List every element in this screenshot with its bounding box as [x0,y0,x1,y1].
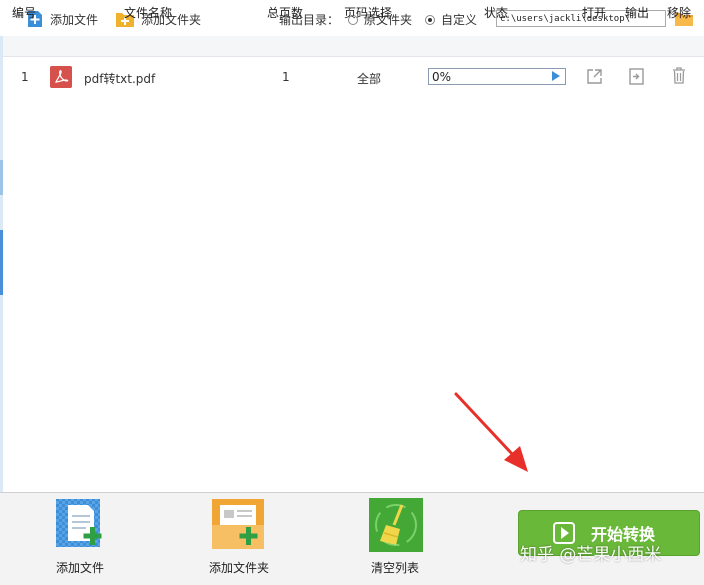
big-clear-list-icon[interactable] [366,495,426,555]
add-file-label: 添加文件 [50,12,99,27]
row-index: 1 [21,70,29,84]
header-open: 打开 [582,6,607,20]
row-pages: 1 [282,70,290,84]
header-pages: 总页数 [267,6,304,20]
bottom-add-file-label: 添加文件 [56,561,105,575]
header-output: 输出 [625,6,650,20]
add-file-button[interactable]: 添加文件 [26,8,98,30]
output-folder-icon[interactable] [629,68,644,85]
big-add-folder-icon[interactable] [208,495,268,555]
bottom-add-folder-label: 添加文件夹 [209,561,270,575]
watermark-text: 知乎 @芒果小西米 [520,545,662,565]
header-remove: 移除 [667,6,692,20]
pdf-file-icon [50,66,72,88]
delete-trash-icon[interactable] [672,67,686,84]
row-page-select[interactable]: 全部 [357,70,381,87]
open-file-icon[interactable] [586,68,603,85]
header-status: 状态 [484,6,509,20]
radio-checked-icon [425,14,435,25]
radio-custom-label: 自定义 [441,13,478,27]
bottom-clear-list-label: 清空列表 [371,561,420,575]
header-filename: 文件名称 [124,6,173,20]
radio-custom-folder[interactable]: 自定义 [425,11,477,28]
progress-text: 0% [432,70,452,84]
big-add-file-icon[interactable] [50,495,110,555]
header-page-select: 页码选择 [344,6,393,20]
row-filename: pdf转txt.pdf [84,72,156,86]
annotation-arrow-icon [454,392,528,472]
left-edge-accent-light [0,160,3,195]
play-icon[interactable] [552,71,560,81]
table-header [0,36,704,57]
left-edge-accent [0,230,3,295]
header-index: 编号 [12,6,37,20]
